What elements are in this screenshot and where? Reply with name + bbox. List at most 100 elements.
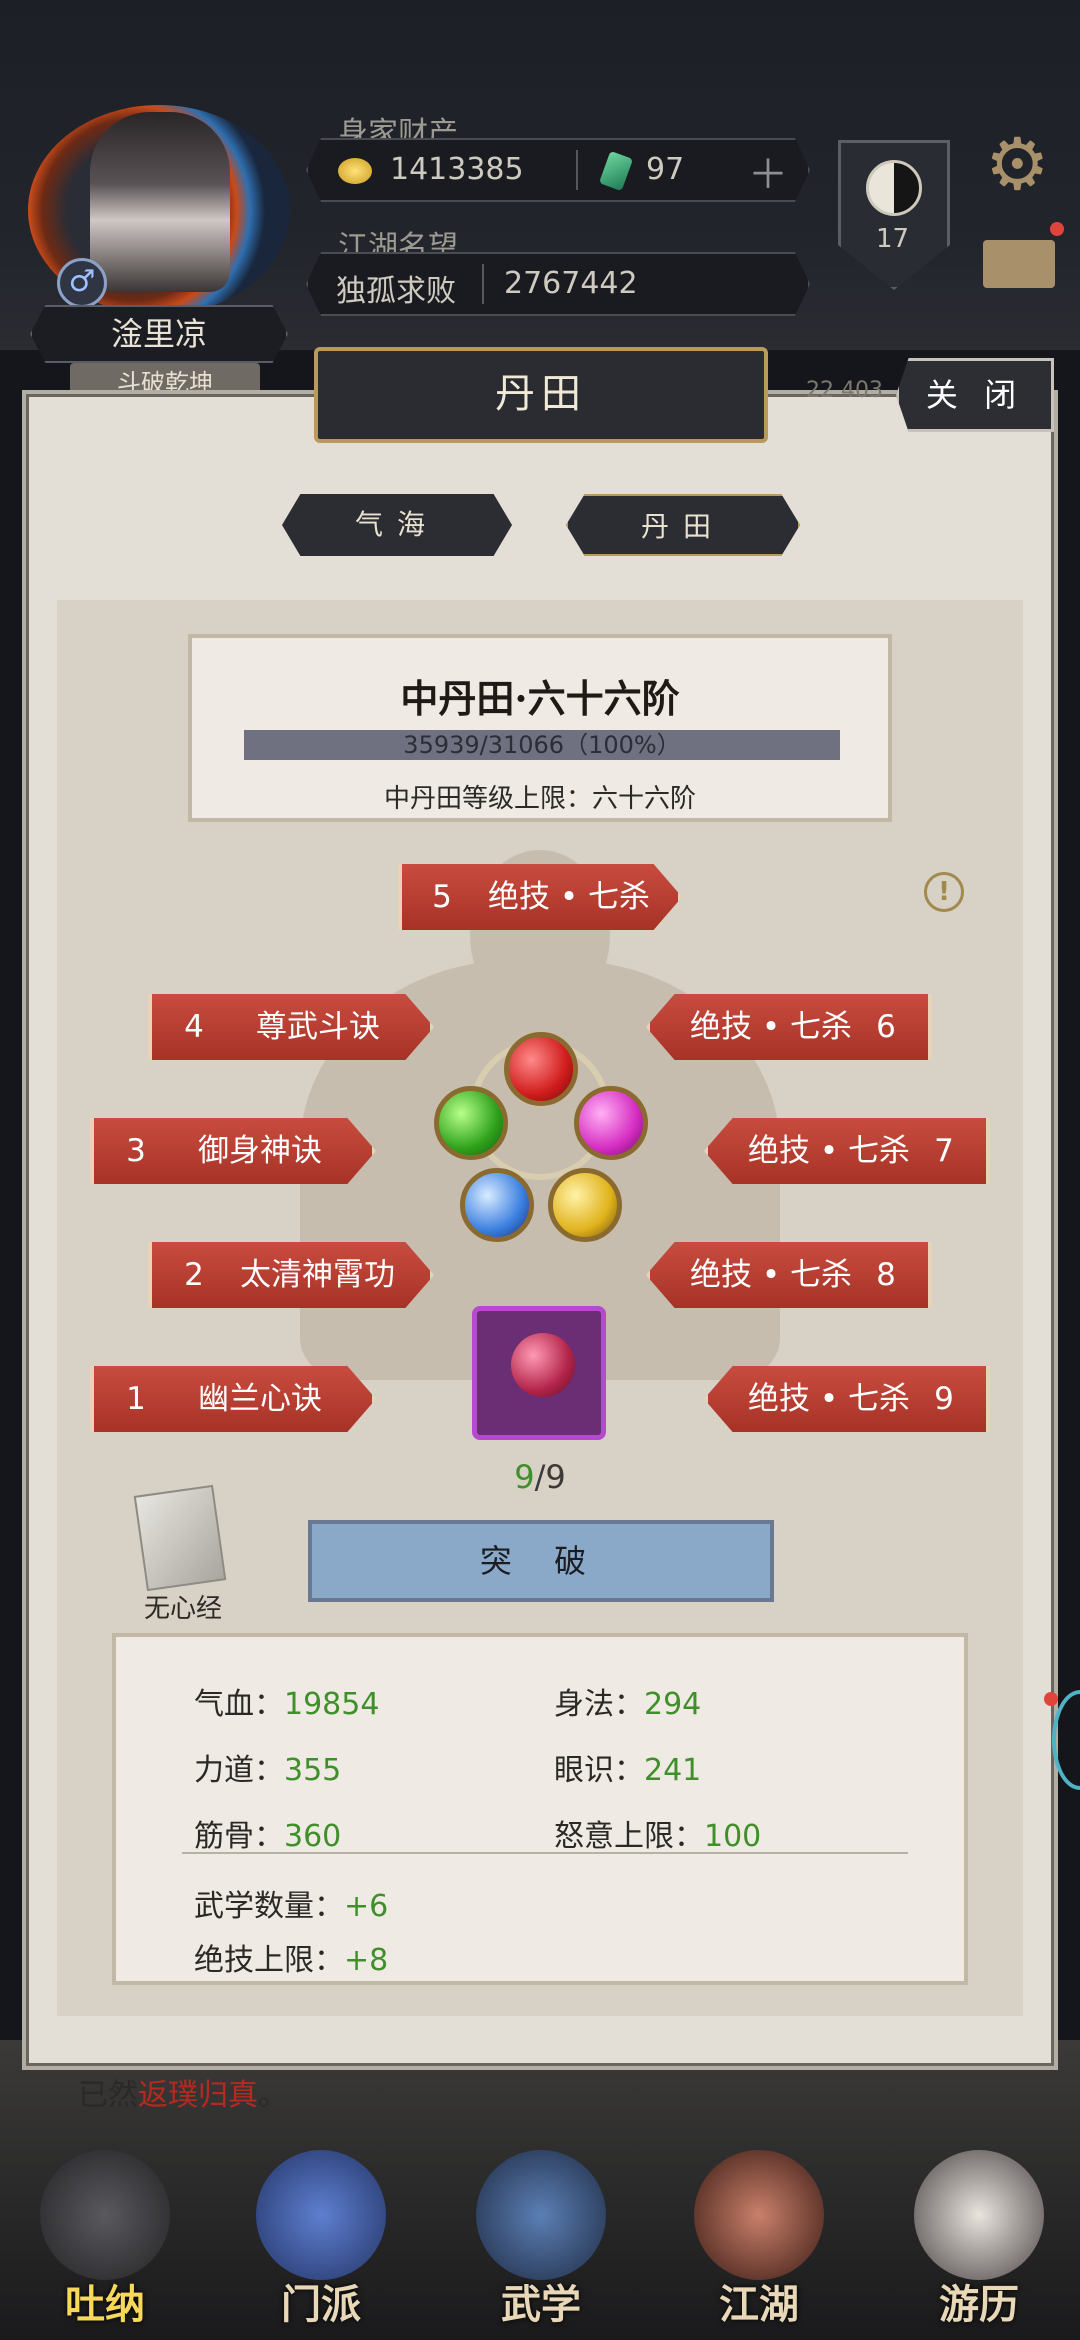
horse-icon [914,2150,1044,2280]
skill-name: 绝技 • 七杀 [748,1381,910,1417]
skill-slot-7[interactable]: 绝技 • 七杀 7 [704,1118,990,1184]
stat-hp: 气血：19854 [194,1679,379,1723]
skill-name: 御身神诀 [198,1133,322,1169]
close-button[interactable]: 关 闭 [896,358,1054,432]
taiji-icon [866,160,922,216]
nav-label: 吐纳 [65,2281,145,2328]
nav-menpai[interactable]: 门派 [246,2140,396,2330]
stat-strength: 力道：355 [194,1745,341,1789]
stat-insight: 眼识：241 [554,1745,701,1789]
notification-dot [1044,1692,1058,1706]
scroll-icon [476,2150,606,2280]
wood-gem-icon[interactable] [434,1086,508,1160]
skill-number: 7 [934,1133,954,1169]
metal-gem-icon[interactable] [574,1086,648,1160]
stat-constitution: 筋骨：360 [194,1811,341,1855]
skill-name: 幽兰心诀 [198,1381,322,1417]
breakthrough-button[interactable]: 突 破 [308,1520,774,1602]
slot-total: /9 [534,1458,566,1496]
nav-jianghu[interactable]: 江湖 [684,2140,834,2330]
nav-label: 江湖 [719,2281,799,2328]
skill-name: 太清神霄功 [240,1257,395,1293]
stat-agility: 身法：294 [554,1679,701,1723]
stats-card: 气血：19854 身法：294 力道：355 眼识：241 筋骨：360 怒意上… [112,1633,968,1985]
sect-icon [256,2150,386,2280]
skill-name: 尊武斗诀 [256,1009,380,1045]
stat-label: 身法： [554,1687,644,1722]
nav-tuna[interactable]: 吐纳 [30,2140,180,2330]
stat-label: 眼识： [554,1753,644,1788]
skill-slot-1[interactable]: 1 幽兰心诀 [90,1366,376,1432]
story-highlight: 返璞归真 [138,2078,258,2113]
skill-number: 1 [126,1381,146,1417]
skill-slot-3[interactable]: 3 御身神诀 [90,1118,376,1184]
stat-label: 气血： [194,1687,284,1722]
skill-slot-9[interactable]: 绝技 • 七杀 9 [704,1366,990,1432]
dantian-limit: 中丹田等级上限：六十六阶 [383,784,696,814]
skill-slot-6[interactable]: 绝技 • 七杀 6 [646,994,932,1060]
stat-value: 241 [644,1753,702,1788]
skill-number: 9 [934,1381,954,1417]
skill-slot-8[interactable]: 绝技 • 七杀 8 [646,1242,932,1308]
stat-rage: 怒意上限：100 [554,1811,761,1855]
divider [576,150,578,190]
skill-number: 3 [126,1133,146,1169]
manual-label: 无心经 [143,1594,222,1624]
water-gem-icon[interactable] [460,1168,534,1242]
nav-wuxue[interactable]: 武学 [466,2140,616,2330]
divider [482,264,484,304]
core-orb-slot[interactable] [472,1306,606,1440]
orb-icon [511,1333,575,1397]
player-name: 淦里凉 [30,305,288,363]
male-icon: ♂ [57,258,107,308]
skill-number: 8 [876,1257,896,1293]
stat-value: +6 [344,1889,389,1924]
divider [182,1852,908,1854]
jade-amount: 97 [646,152,685,187]
nav-label: 游历 [939,2281,1019,2328]
skill-name: 绝技 • 七杀 [488,879,650,915]
fire-gem-icon[interactable] [504,1032,578,1106]
tab-qihai[interactable]: 气海 [282,494,512,556]
dantian-info-card: 中丹田·六十六阶 35939/31066（100%） 中丹田等级上限：六十六阶 [188,634,892,822]
stat-martial-count: 武学数量：+6 [194,1881,388,1925]
stat-value: 360 [284,1819,342,1854]
skill-number: 6 [876,1009,896,1045]
skill-slot-4[interactable]: 4 尊武斗诀 [148,994,434,1060]
stat-value: 355 [284,1753,342,1788]
avatar[interactable] [90,112,230,292]
dantian-title: 中丹田·六十六阶 [400,676,680,721]
info-icon[interactable]: ! [924,872,964,912]
fame-value: 2767442 [504,266,638,301]
mail-icon[interactable] [983,240,1055,288]
nav-youli[interactable]: 游历 [904,2140,1054,2330]
skill-name: 绝技 • 七杀 [690,1257,852,1293]
stat-label: 力道： [194,1753,284,1788]
dantian-progress-bar: 35939/31066（100%） [244,730,840,760]
fame-rank-title: 独孤求败 [336,274,456,309]
stat-label: 绝技上限： [194,1943,344,1978]
notification-dot [1050,222,1064,236]
slot-filled: 9 [514,1458,535,1496]
stat-label: 武学数量： [194,1889,344,1924]
skill-name: 绝技 • 七杀 [748,1133,910,1169]
slot-count: 9/9 [500,1458,580,1496]
stat-value: +8 [344,1943,389,1978]
skill-number: 4 [184,1009,204,1045]
gold-amount: 1413385 [390,152,524,187]
story-text: 已然返璞归真。 [78,2070,288,2114]
level-number: 17 [876,224,910,254]
gold-coin-icon [338,158,372,184]
skill-slot-2[interactable]: 2 太清神霄功 [148,1242,434,1308]
skill-number: 5 [432,879,452,915]
story-prefix: 已然 [78,2078,138,2113]
gear-icon[interactable]: ⚙ [985,128,1050,200]
skill-slot-5[interactable]: 5 绝技 • 七杀 [398,864,682,930]
wealth-bar [306,138,810,202]
background-number: 22 403 [806,378,883,403]
story-suffix: 。 [258,2078,288,2113]
book-icon[interactable] [133,1484,227,1592]
add-currency-button[interactable]: ＋ [748,142,788,200]
earth-gem-icon[interactable] [548,1168,622,1242]
tab-dantian[interactable]: 丹田 [566,494,800,556]
